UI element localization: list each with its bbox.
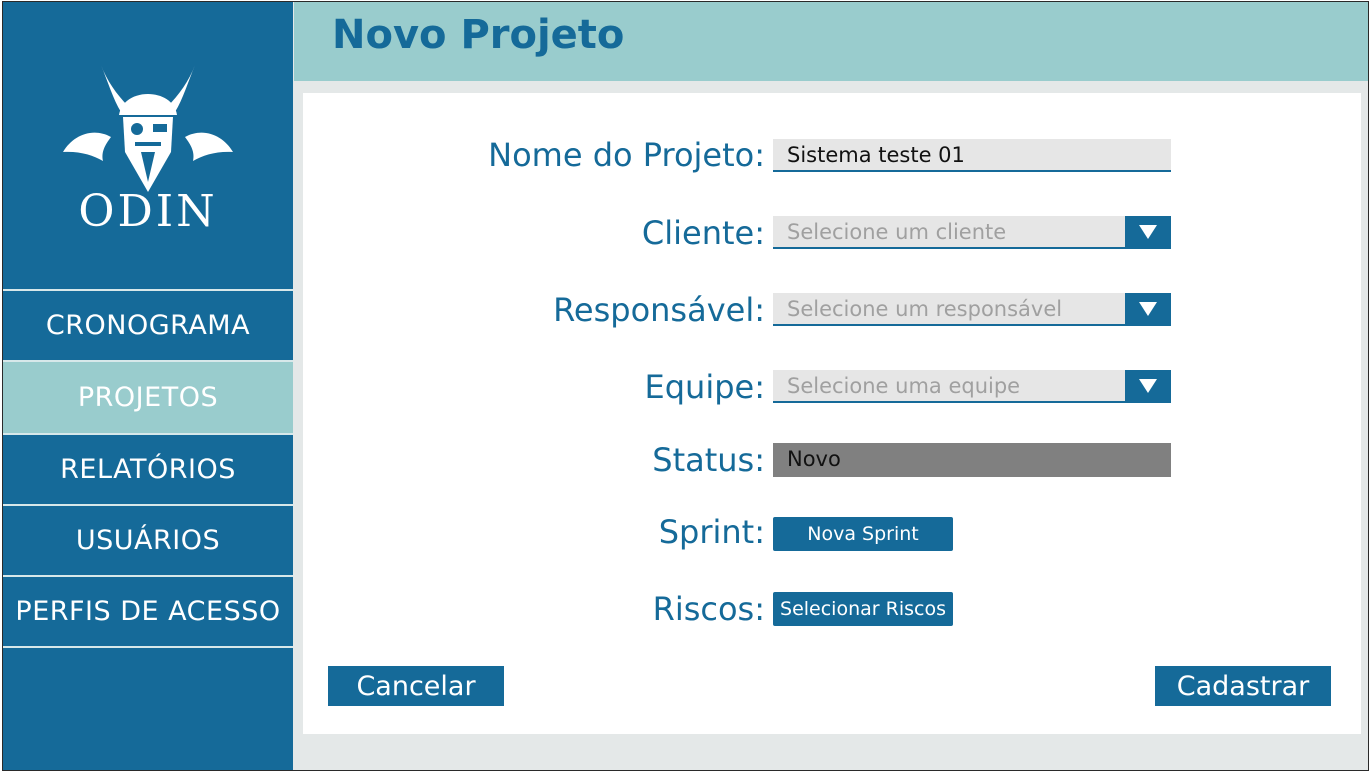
project-form: Nome do Projeto: Sistema teste 01 Client…	[303, 93, 1361, 734]
sprint-label: Sprint:	[658, 513, 765, 551]
triangle-down-icon	[1139, 224, 1157, 239]
team-label: Equipe:	[644, 368, 765, 406]
sidebar-item-relatorios[interactable]: RELATÓRIOS	[3, 435, 293, 506]
responsible-select[interactable]: Selecione um responsável	[773, 293, 1171, 326]
app-window: ODIN CRONOGRAMA PROJETOS RELATÓRIOS USUÁ…	[2, 1, 1369, 771]
sidebar-item-projetos[interactable]: PROJETOS	[3, 362, 293, 435]
project-name-label: Nome do Projeto:	[488, 136, 765, 174]
page-title: Novo Projeto	[332, 12, 625, 58]
form-row-responsible: Responsável: Selecione um responsável	[303, 290, 1361, 330]
risks-label: Riscos:	[652, 590, 765, 628]
form-row-client: Cliente: Selecione um cliente	[303, 213, 1361, 253]
project-name-input[interactable]: Sistema teste 01	[773, 139, 1171, 172]
status-field: Novo	[773, 443, 1171, 477]
client-label: Cliente:	[641, 214, 765, 252]
viking-helmet-icon	[63, 65, 233, 192]
sidebar-item-label: PERFIS DE ACESSO	[15, 596, 281, 627]
submit-button[interactable]: Cadastrar	[1155, 666, 1331, 706]
sidebar: ODIN CRONOGRAMA PROJETOS RELATÓRIOS USUÁ…	[3, 2, 293, 770]
sidebar-item-label: RELATÓRIOS	[60, 454, 236, 485]
sidebar-item-label: PROJETOS	[77, 382, 219, 413]
triangle-down-icon	[1139, 378, 1157, 393]
client-placeholder: Selecione um cliente	[787, 220, 1007, 244]
team-dropdown-button[interactable]	[1125, 370, 1171, 401]
form-row-team: Equipe: Selecione uma equipe	[303, 367, 1361, 407]
responsible-label: Responsável:	[553, 291, 765, 329]
status-label: Status:	[652, 441, 765, 479]
select-risks-button[interactable]: Selecionar Riscos	[773, 592, 953, 626]
form-row-project-name: Nome do Projeto: Sistema teste 01	[303, 135, 1361, 175]
logo-text: ODIN	[78, 186, 218, 237]
cancel-button[interactable]: Cancelar	[328, 666, 504, 706]
logo: ODIN	[3, 2, 293, 288]
team-placeholder: Selecione uma equipe	[787, 374, 1021, 398]
form-row-status: Status: Novo	[303, 440, 1361, 480]
client-select[interactable]: Selecione um cliente	[773, 216, 1171, 249]
triangle-down-icon	[1139, 301, 1157, 316]
responsible-dropdown-button[interactable]	[1125, 293, 1171, 324]
sidebar-item-label: USUÁRIOS	[75, 525, 221, 556]
form-row-sprint: Sprint: Nova Sprint	[303, 512, 1361, 552]
sidebar-item-cronograma[interactable]: CRONOGRAMA	[3, 291, 293, 362]
team-select[interactable]: Selecione uma equipe	[773, 370, 1171, 403]
header: Novo Projeto	[294, 2, 1368, 81]
client-dropdown-button[interactable]	[1125, 216, 1171, 247]
form-row-risks: Riscos: Selecionar Riscos	[303, 589, 1361, 629]
sidebar-item-perfis-de-acesso[interactable]: PERFIS DE ACESSO	[3, 577, 293, 648]
sidebar-item-usuarios[interactable]: USUÁRIOS	[3, 506, 293, 577]
responsible-placeholder: Selecione um responsável	[787, 297, 1063, 321]
sidebar-nav: CRONOGRAMA PROJETOS RELATÓRIOS USUÁRIOS …	[3, 289, 293, 648]
sidebar-item-label: CRONOGRAMA	[45, 310, 251, 341]
new-sprint-button[interactable]: Nova Sprint	[773, 517, 953, 551]
